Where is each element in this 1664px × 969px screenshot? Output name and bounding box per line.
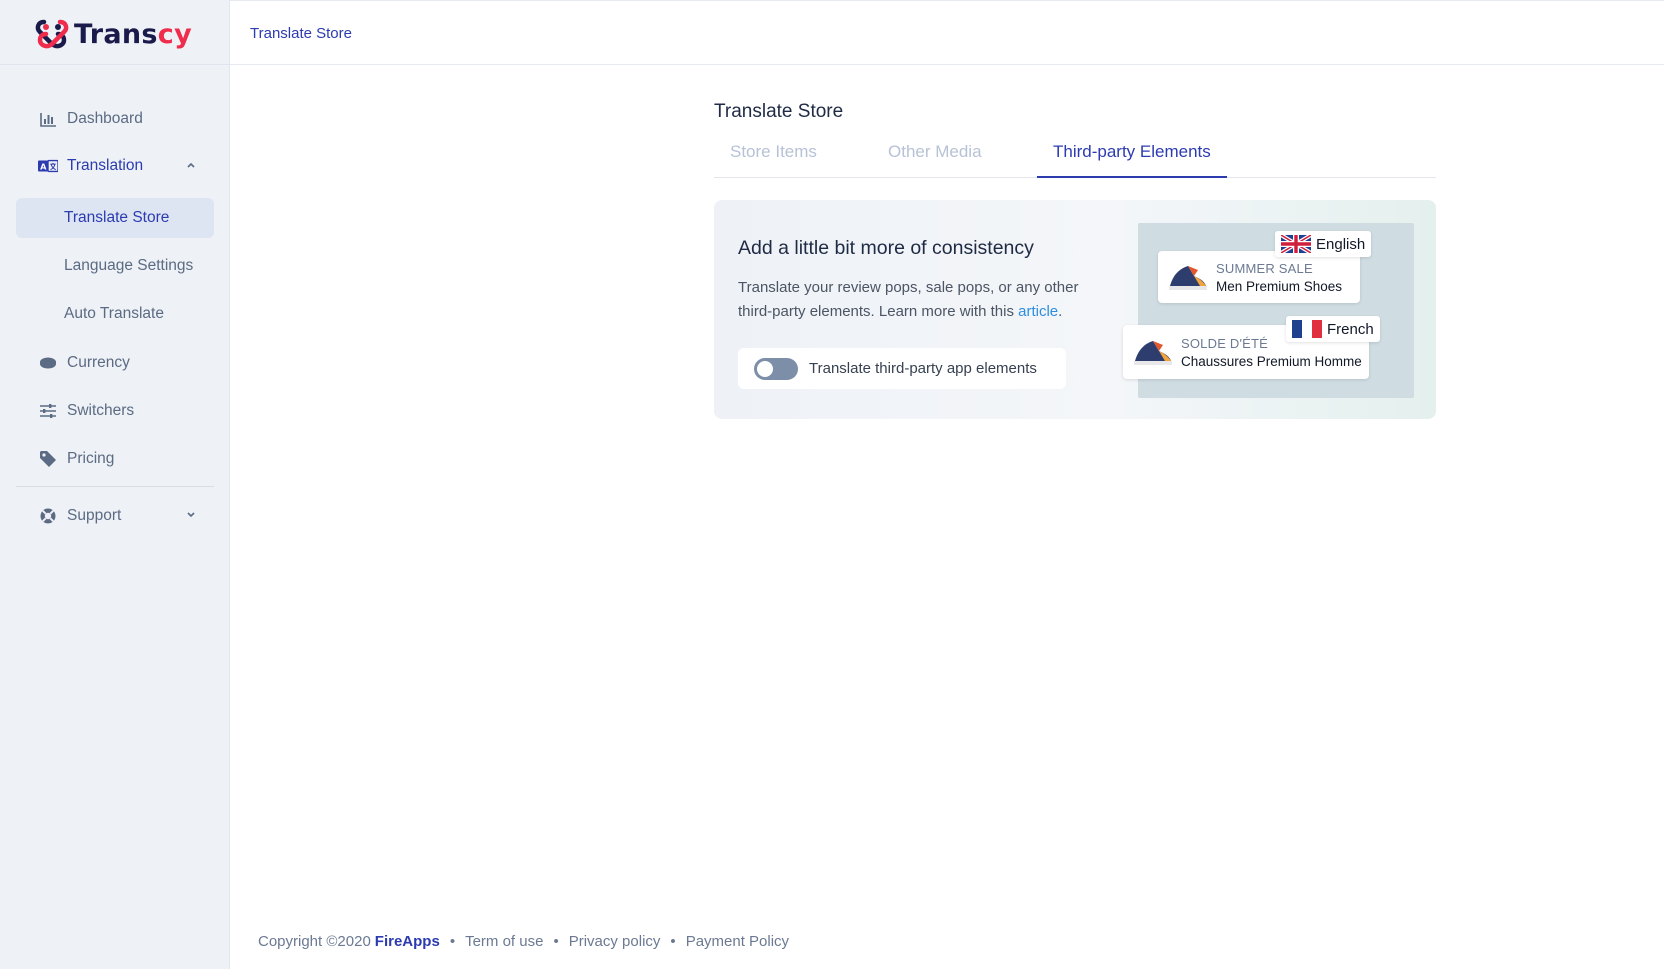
sidebar-item-translation[interactable]: A Translation	[16, 146, 214, 186]
footer-separator: •	[449, 933, 456, 950]
third-party-card: Add a little bit more of consistency Tra…	[714, 200, 1436, 419]
chevron-up-icon[interactable]	[184, 158, 198, 172]
france-flag-icon	[1292, 320, 1322, 338]
top-bar: Translate Store	[230, 0, 1664, 65]
sidebar-subitem-translate-store[interactable]: Translate Store	[16, 198, 214, 238]
term-of-use-link[interactable]: Term of use	[465, 933, 543, 950]
breadcrumb[interactable]: Translate Store	[250, 25, 352, 42]
sidebar-item-label: Pricing	[67, 450, 115, 467]
tab-bar: Store Items Other Media Third-party Elem…	[714, 136, 1436, 178]
popup-subtitle: Chaussures Premium Homme	[1181, 353, 1362, 369]
svg-text:A: A	[40, 162, 47, 172]
toggle-knob	[757, 360, 773, 377]
tab-store-items[interactable]: Store Items	[730, 142, 817, 178]
sidebar-item-support[interactable]: Support	[16, 496, 214, 536]
illustration: SUMMER SALE Men Premium Shoes English SO…	[1123, 223, 1414, 398]
sidebar-subitem-label: Translate Store	[64, 209, 170, 226]
footer-separator: •	[670, 933, 676, 950]
sidebar: Transcy Dashboard A Translation Translat…	[0, 0, 230, 969]
sidebar-item-label: Support	[67, 507, 122, 524]
sidebar-item-label: Currency	[67, 354, 130, 371]
sidebar-subitem-label: Auto Translate	[64, 305, 164, 322]
sidebar-item-switchers[interactable]: Switchers	[16, 391, 214, 431]
sidebar-subitem-label: Language Settings	[64, 257, 194, 274]
logo-mark-icon	[35, 19, 69, 49]
tab-other-media[interactable]: Other Media	[888, 142, 982, 178]
english-language-tag: English	[1275, 231, 1372, 257]
sidebar-item-currency[interactable]: Currency	[16, 343, 214, 383]
sidebar-item-label: Dashboard	[67, 110, 143, 127]
article-link[interactable]: article	[1018, 303, 1058, 320]
sidebar-divider-top	[0, 64, 230, 65]
french-language-tag: French	[1286, 316, 1380, 342]
bar-chart-icon	[38, 109, 58, 129]
footer-brand-link[interactable]: FireApps	[375, 933, 440, 950]
tab-third-party-elements[interactable]: Third-party Elements	[1037, 142, 1227, 178]
popup-subtitle: Men Premium Shoes	[1216, 278, 1343, 294]
sliders-icon	[38, 401, 58, 421]
third-party-toggle[interactable]	[754, 357, 798, 380]
toggle-label: Translate third-party app elements	[809, 360, 1037, 377]
copyright-text: Copyright ©2020	[258, 933, 371, 950]
english-label: English	[1316, 235, 1366, 253]
payment-policy-link[interactable]: Payment Policy	[686, 933, 789, 950]
logo-text: Transcy	[74, 18, 192, 50]
tag-icon	[38, 449, 58, 469]
footer-separator: •	[553, 933, 559, 950]
sidebar-item-pricing[interactable]: Pricing	[16, 439, 214, 479]
lifebuoy-icon	[38, 506, 58, 526]
page-title: Translate Store	[714, 101, 844, 122]
popup-title: SUMMER SALE	[1216, 260, 1313, 276]
coin-icon	[38, 353, 58, 373]
footer: Copyright ©2020 FireApps • Term of use •…	[258, 933, 789, 950]
app-logo[interactable]: Transcy	[34, 16, 192, 52]
chevron-down-icon[interactable]	[184, 508, 198, 522]
sidebar-subitem-auto-translate[interactable]: Auto Translate	[16, 294, 214, 334]
french-label: French	[1327, 320, 1374, 338]
translate-icon: A	[38, 156, 58, 176]
sidebar-item-label: Switchers	[67, 402, 135, 419]
shoe-icon	[1169, 266, 1207, 290]
english-sale-popup: SUMMER SALE Men Premium Shoes	[1158, 251, 1360, 303]
shoe-icon	[1134, 341, 1172, 365]
card-description: Translate your review pops, sale pops, o…	[738, 279, 1079, 320]
sidebar-subitem-language-settings[interactable]: Language Settings	[16, 246, 214, 286]
uk-flag-icon	[1281, 235, 1311, 253]
sidebar-divider	[16, 486, 214, 487]
sidebar-item-label: Translation	[67, 157, 144, 174]
toggle-row: Translate third-party app elements	[738, 348, 1066, 389]
privacy-policy-link[interactable]: Privacy policy	[569, 933, 661, 950]
card-title: Add a little bit more of consistency	[738, 237, 1034, 259]
sidebar-item-dashboard[interactable]: Dashboard	[16, 99, 214, 139]
